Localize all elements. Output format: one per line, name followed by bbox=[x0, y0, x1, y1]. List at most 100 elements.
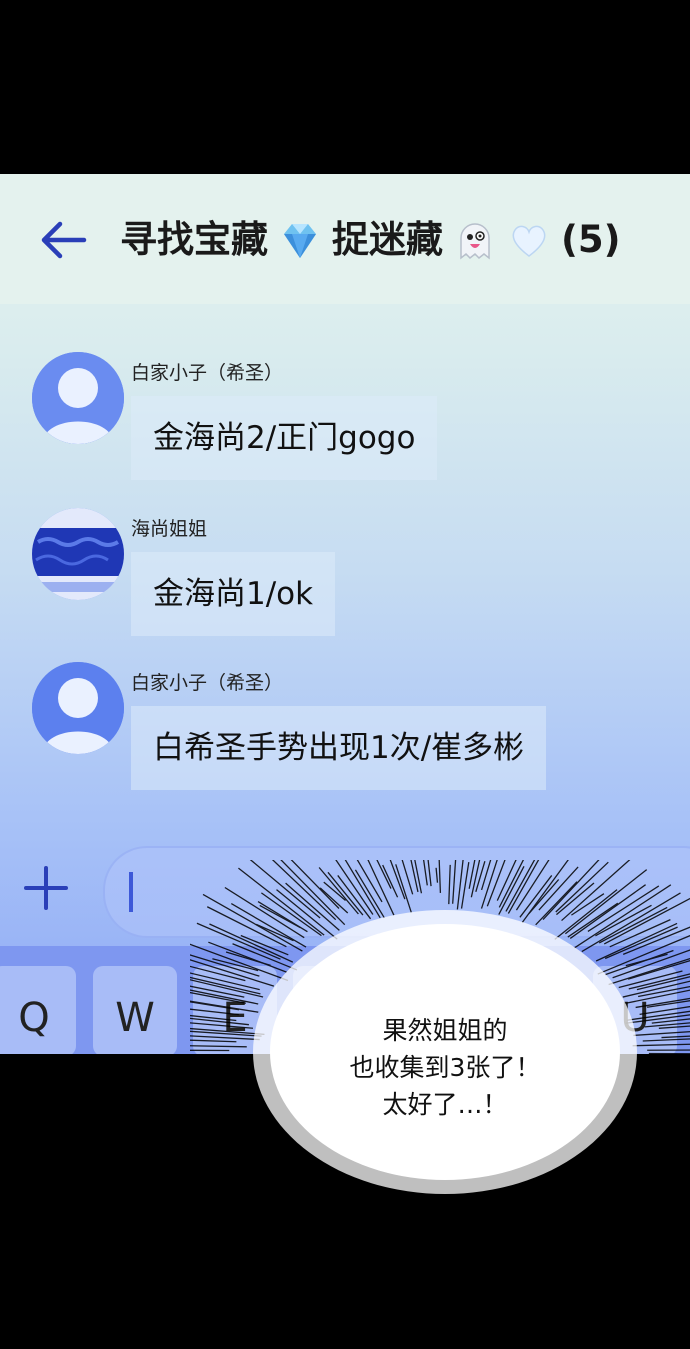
speed-line bbox=[382, 864, 399, 898]
speed-line bbox=[438, 860, 442, 893]
speed-line bbox=[468, 860, 476, 889]
speed-line bbox=[615, 1130, 686, 1155]
sender-name: 海尚姐姐 bbox=[131, 518, 208, 540]
speed-line bbox=[190, 1060, 250, 1064]
speed-line bbox=[417, 1196, 426, 1240]
speed-line bbox=[190, 1027, 265, 1035]
key-q[interactable]: Q bbox=[0, 966, 76, 1054]
speed-line bbox=[420, 1206, 428, 1238]
speed-line bbox=[389, 860, 406, 900]
speed-line bbox=[638, 985, 690, 998]
gem-icon bbox=[284, 224, 316, 258]
avatar[interactable] bbox=[32, 508, 124, 600]
speed-line bbox=[428, 1201, 435, 1237]
speed-line bbox=[617, 1127, 690, 1154]
speed-line bbox=[232, 1149, 297, 1182]
title-text: 寻找宝藏 bbox=[120, 218, 268, 261]
person-icon bbox=[32, 352, 124, 444]
speed-line bbox=[521, 860, 569, 923]
speed-line bbox=[628, 973, 690, 990]
speed-line bbox=[202, 893, 303, 952]
plus-icon[interactable] bbox=[22, 864, 70, 912]
speed-line bbox=[190, 1022, 254, 1029]
message-bubble[interactable]: 金海尚2/正门gogo bbox=[131, 396, 438, 480]
speed-line bbox=[356, 1194, 380, 1228]
title-text-2: 捉迷藏 bbox=[332, 218, 443, 261]
speed-line bbox=[650, 1107, 690, 1116]
ghost-icon bbox=[460, 223, 490, 260]
speed-line bbox=[439, 1211, 442, 1240]
speed-line bbox=[230, 1166, 287, 1197]
speed-line bbox=[462, 1210, 468, 1240]
burst-line: 太好了…！ bbox=[382, 1090, 508, 1119]
speed-line bbox=[475, 861, 486, 892]
sender-name: 白家小子（希圣） bbox=[131, 672, 284, 694]
speed-line bbox=[190, 976, 261, 995]
speed-line bbox=[327, 871, 364, 916]
key-w[interactable]: W bbox=[93, 966, 177, 1054]
speed-line bbox=[411, 1212, 420, 1240]
burst-line: 果然姐姐的 bbox=[382, 1016, 508, 1045]
speed-line bbox=[651, 1071, 690, 1076]
speed-line bbox=[190, 1039, 237, 1043]
chat-title: 寻找宝藏 捉迷藏 (5) bbox=[120, 210, 621, 270]
speed-line bbox=[434, 1196, 439, 1240]
speed-line bbox=[644, 1055, 690, 1058]
speed-line bbox=[378, 1199, 398, 1240]
speed-line bbox=[561, 860, 631, 922]
speed-line bbox=[640, 1081, 690, 1089]
speed-line bbox=[422, 860, 428, 886]
speed-line bbox=[323, 881, 346, 901]
speed-line bbox=[238, 867, 325, 936]
speed-line bbox=[190, 1057, 254, 1060]
speed-line bbox=[660, 1059, 690, 1062]
speed-line bbox=[537, 1188, 581, 1236]
speed-line bbox=[573, 1161, 621, 1191]
back-arrow-icon[interactable] bbox=[36, 214, 88, 266]
text-caret bbox=[129, 872, 133, 912]
avatar-image bbox=[32, 508, 124, 600]
speed-line bbox=[452, 860, 457, 904]
speed-line bbox=[280, 860, 346, 926]
burst-line: 也收集到3张了！ bbox=[349, 1053, 541, 1082]
speed-line bbox=[292, 1178, 342, 1224]
speed-line bbox=[633, 1030, 690, 1037]
speed-line bbox=[452, 1218, 456, 1240]
speed-line bbox=[201, 1112, 243, 1121]
avatar[interactable] bbox=[32, 352, 124, 444]
speed-line bbox=[290, 860, 340, 909]
speed-line bbox=[318, 867, 359, 915]
speed-line bbox=[190, 1008, 239, 1016]
speed-line bbox=[435, 867, 439, 883]
speed-line bbox=[448, 864, 451, 905]
speed-line bbox=[489, 1217, 500, 1240]
speed-line bbox=[190, 989, 259, 1005]
speed-line bbox=[337, 875, 372, 920]
speed-line bbox=[271, 860, 337, 921]
speed-line bbox=[448, 1203, 452, 1240]
speed-line bbox=[555, 861, 609, 913]
speed-line bbox=[190, 1030, 262, 1037]
speech-burst-text: 果然姐姐的 也收集到3张了！ 太好了…！ bbox=[300, 1012, 590, 1123]
sender-name: 白家小子（希圣） bbox=[131, 362, 284, 384]
member-count: (5) bbox=[561, 218, 621, 261]
speed-line bbox=[395, 864, 412, 913]
speed-line bbox=[494, 1214, 507, 1240]
person-icon bbox=[32, 662, 124, 754]
speed-line bbox=[190, 1045, 247, 1048]
speed-line bbox=[587, 885, 660, 932]
speed-line bbox=[509, 1184, 543, 1235]
speed-line bbox=[636, 976, 690, 991]
speed-line bbox=[632, 1043, 690, 1047]
speed-line bbox=[480, 860, 498, 909]
message-bubble[interactable]: 金海尚1/ok bbox=[131, 552, 336, 636]
message-bubble[interactable]: 白希圣手势出现1次/崔多彬 bbox=[131, 706, 547, 790]
white-heart-icon bbox=[512, 225, 546, 257]
speed-line bbox=[376, 860, 392, 889]
chat-header: 寻找宝藏 捉迷藏 (5) bbox=[0, 174, 690, 304]
speed-line bbox=[532, 1177, 584, 1234]
speed-line bbox=[465, 1193, 475, 1240]
speed-line bbox=[190, 1054, 240, 1057]
avatar[interactable] bbox=[32, 662, 124, 754]
speed-line bbox=[456, 1215, 461, 1240]
